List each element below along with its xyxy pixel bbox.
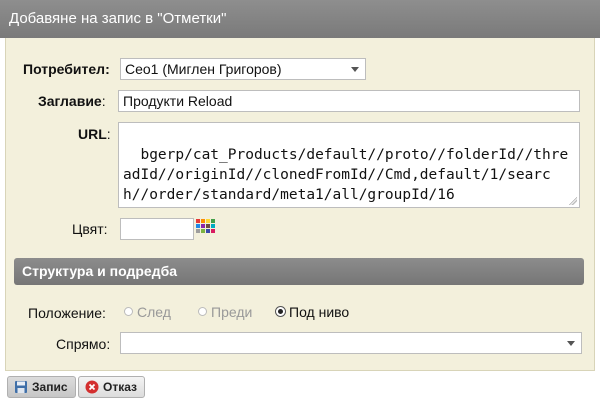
user-label: Потребител: [23,61,110,77]
color-label: Цвят: [72,221,108,237]
radio-sublevel[interactable]: Под ниво [276,304,349,320]
relative-select[interactable] [120,332,582,354]
floppy-disk-icon [15,381,27,393]
title-input[interactable]: Продукти Reload [118,90,580,112]
radio-circle-icon [198,307,207,316]
url-label: URL: [78,126,111,142]
resize-grip-icon[interactable] [569,197,577,205]
relative-label: Спрямо: [56,336,111,352]
section-structure-header: Структура и подредба [14,258,584,285]
color-input[interactable] [120,218,194,240]
radio-circle-icon [124,307,133,316]
cancel-button[interactable]: Отказ [78,376,146,398]
radio-after[interactable]: След [124,304,171,320]
url-textarea[interactable]: bgerp/cat_Products/default//proto//folde… [118,122,580,208]
position-label: Положение: [28,305,106,321]
user-select-value: Ceo1 (Миглен Григоров) [125,61,282,77]
radio-before[interactable]: Преди [198,304,252,320]
radio-checked-icon [276,307,285,316]
chevron-down-icon [351,67,359,72]
dialog-title: Добавяне на запис в "Отметки" [0,0,600,38]
chevron-down-icon [567,341,575,346]
color-palette-icon[interactable] [196,219,215,233]
title-label: Заглавие: [38,93,106,109]
user-select[interactable]: Ceo1 (Миглен Григоров) [120,58,366,80]
save-button[interactable]: Запис [7,376,76,398]
url-value: bgerp/cat_Products/default//proto//folde… [123,147,569,203]
cancel-icon [85,380,99,394]
